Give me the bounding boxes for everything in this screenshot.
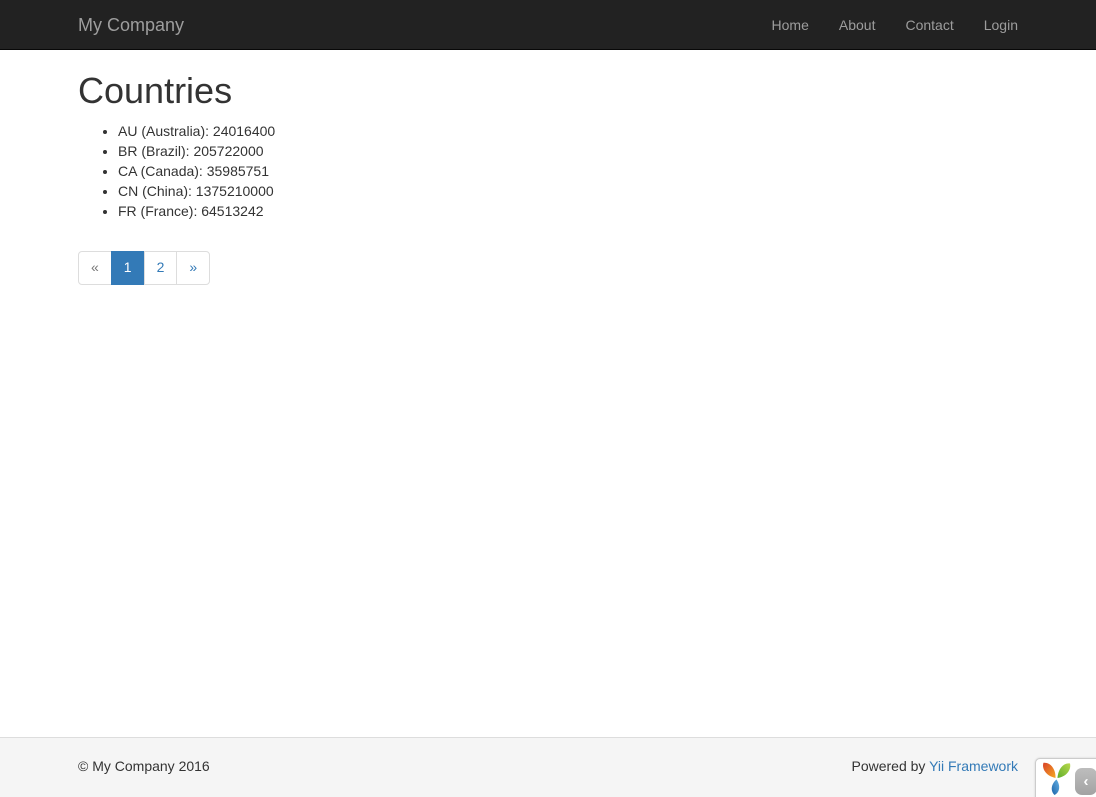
country-list: AU (Australia): 24016400 BR (Brazil): 20…	[78, 121, 1018, 221]
pagination-prev-button[interactable]: «	[78, 251, 112, 285]
powered-by-text: Powered by Yii Framework	[851, 757, 1018, 777]
nav-link-about[interactable]: About	[824, 0, 891, 50]
country-list-item: FR (France): 64513242	[118, 201, 1018, 221]
debug-toolbar-expand-button[interactable]: ‹	[1075, 768, 1096, 795]
yii-debug-toolbar: ‹	[1035, 758, 1096, 797]
nav-item-contact: Contact	[890, 0, 968, 49]
pagination-page-1-button[interactable]: 1	[111, 251, 145, 285]
powered-by-label: Powered by	[851, 758, 925, 774]
navbar-links: Home About Contact Login	[757, 0, 1033, 49]
footer: © My Company 2016 Powered by Yii Framewo…	[0, 737, 1096, 797]
pagination-next-button[interactable]: »	[176, 251, 210, 285]
country-list-item: AU (Australia): 24016400	[118, 121, 1018, 141]
nav-item-home: Home	[757, 0, 824, 49]
pagination-page-2-button[interactable]: 2	[144, 251, 178, 285]
nav-item-login: Login	[969, 0, 1033, 49]
copyright-text: © My Company 2016	[78, 757, 210, 777]
navbar-brand[interactable]: My Company	[78, 0, 199, 49]
nav-link-contact[interactable]: Contact	[890, 0, 968, 50]
country-list-item: CA (Canada): 35985751	[118, 161, 1018, 181]
navbar: My Company Home About Contact Login	[0, 0, 1096, 50]
nav-link-home[interactable]: Home	[757, 0, 824, 50]
nav-link-login[interactable]: Login	[969, 0, 1033, 50]
nav-item-about: About	[824, 0, 891, 49]
country-list-item: CN (China): 1375210000	[118, 181, 1018, 201]
yii-logo-icon	[1041, 762, 1072, 796]
pagination: « 1 2 »	[78, 251, 210, 285]
country-list-item: BR (Brazil): 205722000	[118, 141, 1018, 161]
chevron-left-icon: ‹	[1084, 773, 1089, 790]
page-title: Countries	[78, 71, 1018, 111]
main-content: Countries AU (Australia): 24016400 BR (B…	[0, 71, 1096, 311]
yii-framework-link[interactable]: Yii Framework	[929, 758, 1018, 774]
